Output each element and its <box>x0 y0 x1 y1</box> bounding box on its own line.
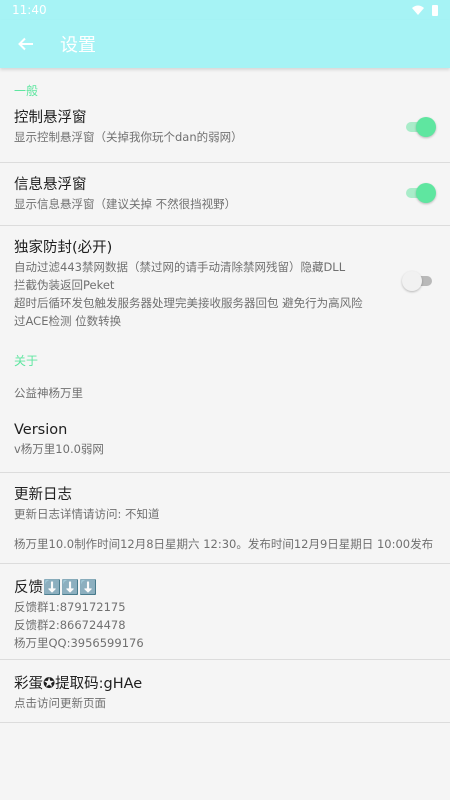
pref-easter-egg-summary: 点击访问更新页面 <box>14 696 106 710</box>
pref-anti-ban-summary-line-3: 超时后循环发包触发服务器处理完美接收服务器回包 避免行为高风险 <box>14 296 363 310</box>
status-time: 11:40 <box>12 3 47 17</box>
pref-floating-control[interactable]: 控制悬浮窗 显示控制悬浮窗（关掉我你玩个dan的弱网） <box>0 108 450 156</box>
floating-control-switch[interactable] <box>404 117 436 137</box>
pref-author-summary: 公益神杨万里 <box>14 386 83 400</box>
status-icons <box>412 4 438 16</box>
battery-icon <box>432 4 438 16</box>
pref-anti-ban-summary-line-1: 自动过滤443禁网数据（禁过网的请手动清除禁网残留）隐藏DLL <box>14 260 346 274</box>
pref-floating-info-title: 信息悬浮窗 <box>14 177 87 193</box>
settings-list: 一般 控制悬浮窗 显示控制悬浮窗（关掉我你玩个dan的弱网） 信息悬浮窗 显示信… <box>0 68 450 723</box>
divider <box>0 722 450 723</box>
pref-floating-info-summary: 显示信息悬浮窗（建议关掉 不然很挡视野） <box>14 197 237 211</box>
feedback-qq: 杨万里QQ:3956599176 <box>14 636 144 650</box>
pref-floating-control-summary: 显示控制悬浮窗（关掉我你玩个dan的弱网） <box>14 130 243 144</box>
anti-ban-switch[interactable] <box>402 271 434 291</box>
pref-anti-ban[interactable]: 独家防封(必开) 自动过滤443禁网数据（禁过网的请手动清除禁网残留）隐藏DLL… <box>0 226 450 332</box>
pref-floating-control-title: 控制悬浮窗 <box>14 110 87 126</box>
pref-anti-ban-summary-line-2: 拦截伪装返回Peket <box>14 278 115 292</box>
pref-easter-egg-title: 彩蛋✪提取码:gHAe <box>14 676 143 692</box>
feedback-group-2: 反馈群2:866724478 <box>14 618 126 632</box>
pref-version-title: Version <box>14 422 68 438</box>
pref-anti-ban-title: 独家防封(必开) <box>14 240 113 256</box>
page-title: 设置 <box>60 35 96 56</box>
back-arrow-icon <box>18 37 33 51</box>
category-about: 关于 <box>14 354 39 368</box>
category-general: 一般 <box>14 84 39 98</box>
pref-floating-info[interactable]: 信息悬浮窗 显示信息悬浮窗（建议关掉 不然很挡视野） <box>0 163 450 225</box>
status-bar: 11:40 <box>0 0 450 20</box>
feedback-group-1: 反馈群1:879172175 <box>14 600 126 614</box>
floating-info-switch[interactable] <box>404 183 436 203</box>
pref-changelog-detail: 杨万里10.0制作时间12月8日星期六 12:30。发布时间12月9日星期日 1… <box>14 537 434 551</box>
pref-changelog[interactable]: 更新日志 更新日志详情请访问: 不知道 杨万里10.0制作时间12月8日星期六 … <box>0 473 450 563</box>
pref-easter-egg[interactable]: 彩蛋✪提取码:gHAe 点击访问更新页面 <box>0 660 450 722</box>
pref-changelog-summary: 更新日志详情请访问: 不知道 <box>14 507 160 521</box>
pref-version[interactable]: Version v杨万里10.0弱网 <box>0 420 450 466</box>
back-button[interactable] <box>14 32 38 56</box>
pref-feedback-title: 反馈⬇️⬇️⬇️ <box>14 580 98 596</box>
pref-changelog-title: 更新日志 <box>14 487 72 503</box>
pref-version-summary: v杨万里10.0弱网 <box>14 442 104 456</box>
wifi-icon <box>412 5 424 15</box>
app-bar: 设置 <box>0 20 450 68</box>
pref-author[interactable]: 公益神杨万里 <box>0 380 450 420</box>
pref-anti-ban-summary-line-4: 过ACE检测 位数转换 <box>14 314 122 328</box>
pref-feedback[interactable]: 反馈⬇️⬇️⬇️ 反馈群1:879172175 反馈群2:866724478 杨… <box>0 564 450 659</box>
